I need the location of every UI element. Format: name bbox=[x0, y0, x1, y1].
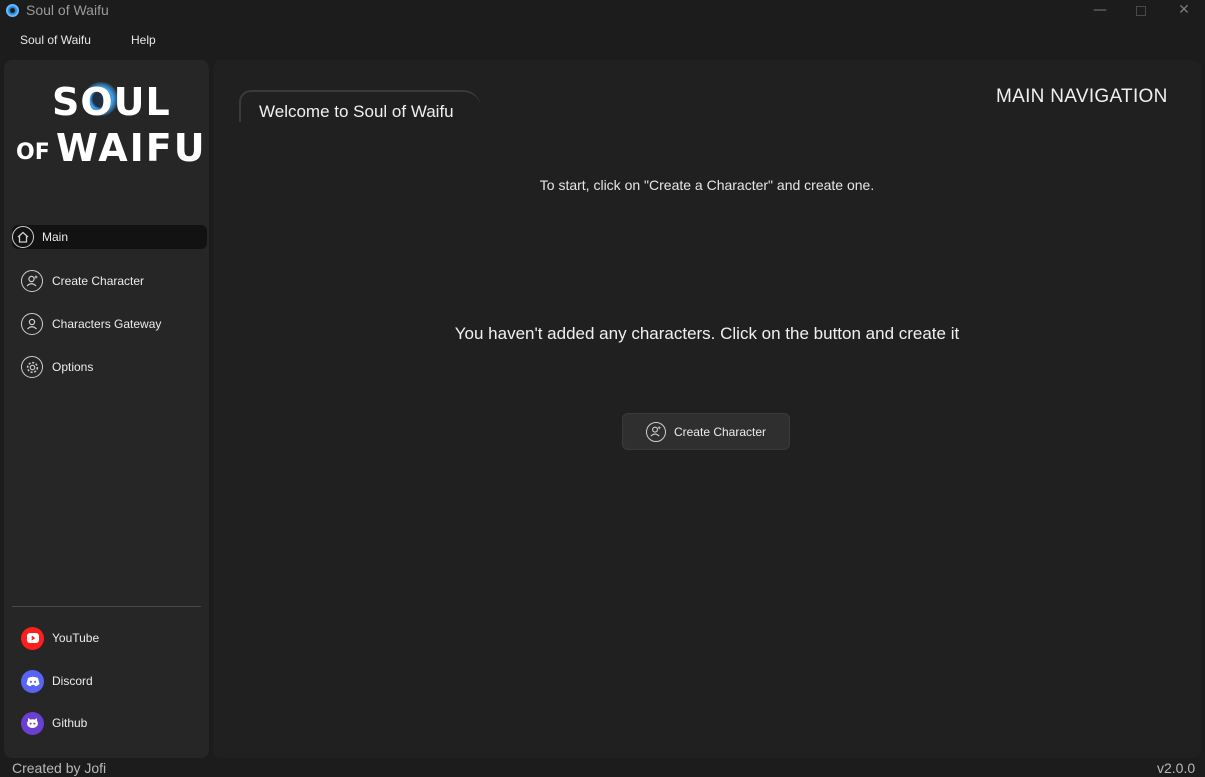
sidebar-item-characters-gateway[interactable]: Characters Gateway bbox=[12, 312, 207, 336]
maximize-button[interactable] bbox=[1121, 0, 1161, 22]
sidebar-item-options[interactable]: Options bbox=[12, 355, 207, 379]
github-link[interactable]: Github bbox=[21, 711, 87, 735]
add-user-icon bbox=[645, 421, 666, 442]
empty-state-message: You haven't added any characters. Click … bbox=[454, 324, 960, 343]
version-label: v2.0.0 bbox=[1157, 760, 1196, 776]
close-button[interactable]: ✕ bbox=[1164, 0, 1204, 22]
sidebar-item-main[interactable]: Main bbox=[12, 225, 207, 249]
sidebar: SOUL OF WAIFU Main Create Character Char… bbox=[4, 60, 209, 758]
sidebar-item-label: Main bbox=[42, 230, 69, 244]
logo-text-of: OF bbox=[16, 140, 50, 165]
menu-bar: Soul of Waifu Help bbox=[0, 26, 1205, 54]
sidebar-item-create-character[interactable]: Create Character bbox=[12, 269, 207, 293]
user-circle-icon bbox=[21, 313, 43, 335]
discord-icon bbox=[21, 669, 44, 693]
sidebar-item-label: Options bbox=[52, 360, 94, 374]
menu-soul-of-waifu[interactable]: Soul of Waifu bbox=[20, 33, 91, 47]
title-bar: Soul of Waifu — ✕ bbox=[0, 0, 1205, 22]
sidebar-divider bbox=[12, 606, 201, 607]
maximize-icon bbox=[1136, 6, 1146, 16]
window-title: Soul of Waifu bbox=[26, 2, 109, 18]
youtube-label: YouTube bbox=[52, 631, 100, 645]
discord-label: Discord bbox=[52, 674, 93, 688]
gear-icon bbox=[21, 356, 43, 378]
start-hint: To start, click on "Create a Character" … bbox=[539, 177, 875, 193]
soul-of-waifu-logo: SOUL OF WAIFU bbox=[14, 78, 205, 178]
create-character-label: Create Character bbox=[673, 424, 767, 439]
discord-link[interactable]: Discord bbox=[21, 669, 93, 693]
main-panel: Welcome to Soul of Waifu MAIN NAVIGATION… bbox=[213, 60, 1201, 758]
youtube-icon bbox=[21, 626, 44, 650]
author-credit: Created by Jofi bbox=[12, 760, 107, 776]
section-label: MAIN NAVIGATION bbox=[996, 86, 1168, 107]
welcome-header: Welcome to Soul of Waifu bbox=[239, 90, 481, 122]
add-user-icon bbox=[21, 270, 43, 292]
minimize-button[interactable]: — bbox=[1080, 0, 1120, 22]
github-icon bbox=[21, 711, 44, 735]
menu-help[interactable]: Help bbox=[131, 33, 156, 47]
github-label: Github bbox=[52, 716, 88, 730]
home-icon bbox=[12, 226, 34, 248]
app-logo-icon bbox=[6, 4, 19, 17]
welcome-title: Welcome to Soul of Waifu bbox=[259, 102, 454, 121]
logo-text-soul: SOUL bbox=[52, 80, 171, 124]
sidebar-item-label: Characters Gateway bbox=[52, 317, 162, 331]
sidebar-item-label: Create Character bbox=[52, 274, 145, 288]
create-character-button[interactable]: Create Character bbox=[622, 413, 790, 450]
youtube-link[interactable]: YouTube bbox=[21, 626, 99, 650]
app-window: Soul of Waifu — ✕ Soul of Waifu Help SOU… bbox=[0, 0, 1205, 777]
logo-text-waifu: WAIFU bbox=[56, 126, 207, 170]
